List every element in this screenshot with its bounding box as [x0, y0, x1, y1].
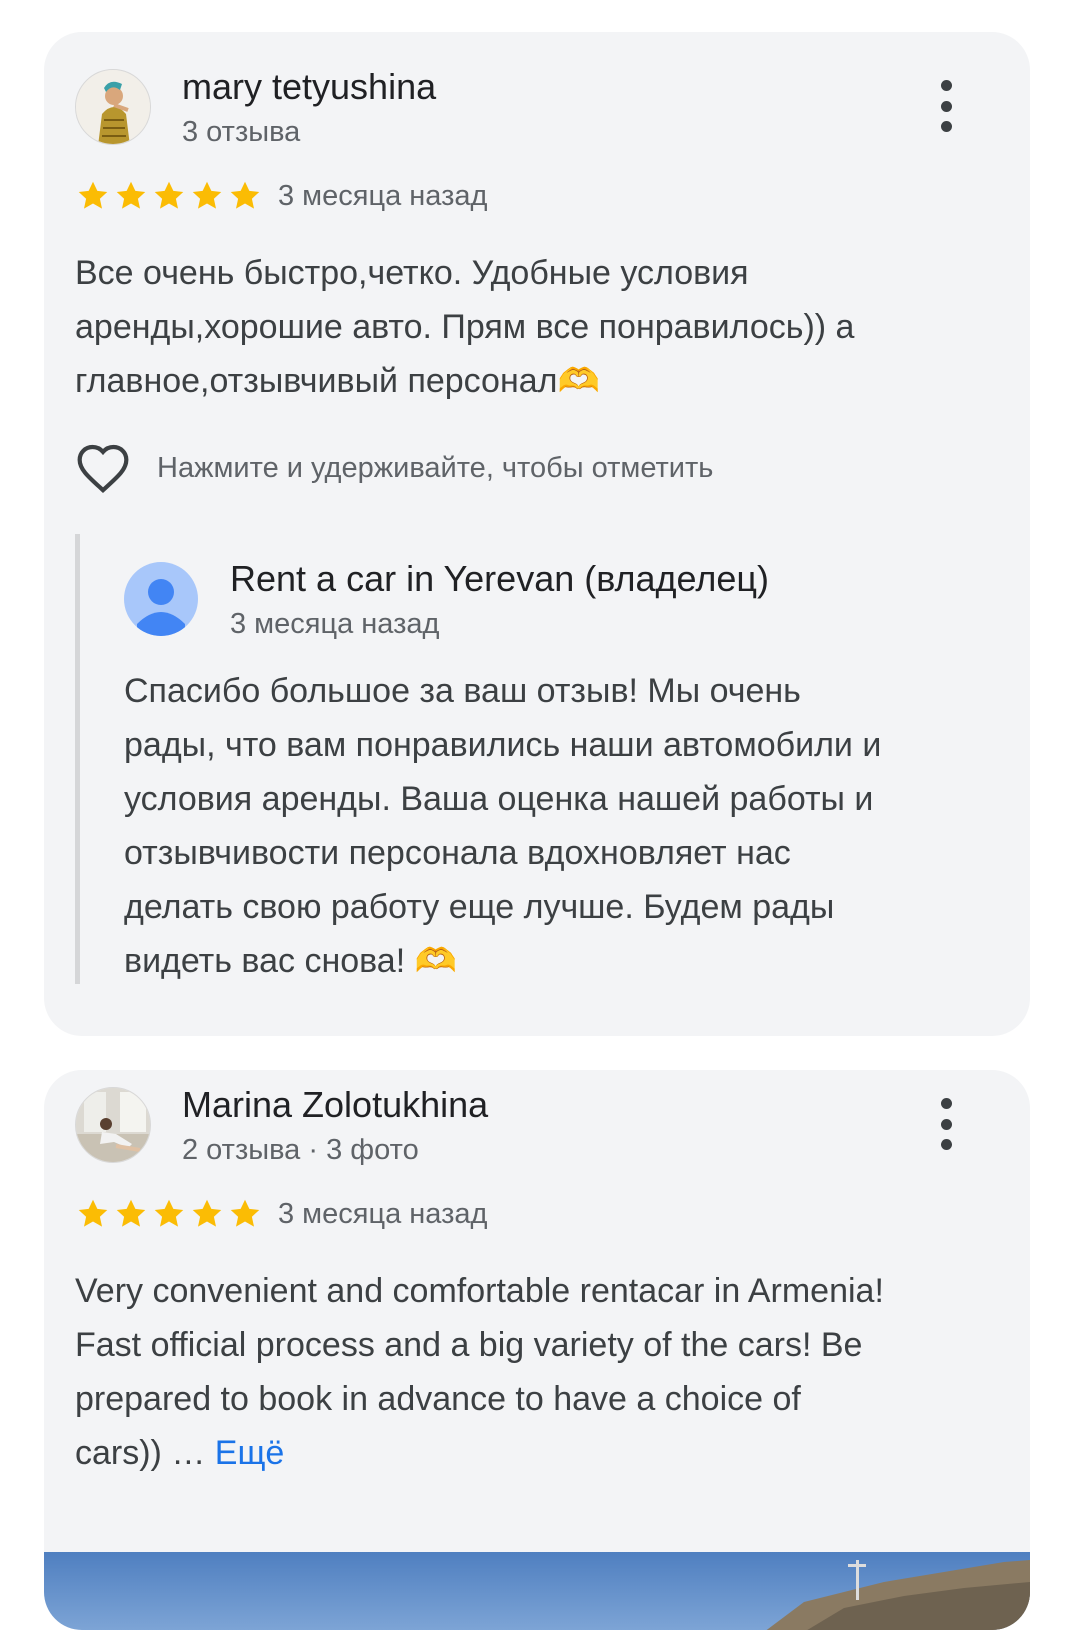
- reply-text-line: условия аренды. Ваша оценка нашей работы…: [124, 780, 874, 818]
- star-icon: [230, 181, 260, 209]
- reply-divider: [75, 534, 80, 984]
- review-text-line: главное,отзывчивый персонал🫶: [75, 362, 600, 400]
- user-avatar[interactable]: [75, 1087, 151, 1163]
- review-text: Very convenient and comfortable rentacar…: [75, 1264, 1025, 1480]
- heart-outline-icon: [77, 444, 129, 494]
- like-button[interactable]: Нажмите и удерживайте, чтобы отметить: [75, 442, 713, 494]
- author-name[interactable]: Marina Zolotukhina: [182, 1084, 488, 1126]
- reply-text-line: отзывчивости персонала вдохновляет нас: [124, 834, 791, 872]
- user-avatar[interactable]: [75, 69, 151, 145]
- review-text-line: prepared to book in advance to have a ch…: [75, 1380, 801, 1418]
- owner-reply-text: Спасибо большое за ваш отзыв! Мы очень р…: [124, 664, 881, 988]
- review-text-line: Fast official process and a big variety …: [75, 1326, 863, 1364]
- star-icon: [230, 1199, 260, 1227]
- review-date: 3 месяца назад: [278, 180, 488, 212]
- review-text-line: cars)) … Ещё: [75, 1426, 1025, 1480]
- like-hint: Нажмите и удерживайте, чтобы отметить: [157, 451, 714, 484]
- star-icon: [78, 181, 108, 209]
- star-icon: [192, 181, 222, 209]
- review-text-line: Very convenient and comfortable rentacar…: [75, 1272, 884, 1310]
- more-vert-icon[interactable]: [926, 1094, 966, 1154]
- reply-text-line: Спасибо большое за ваш отзыв! Мы очень: [124, 672, 801, 710]
- person-icon: [124, 562, 198, 636]
- star-rating: [75, 1196, 263, 1232]
- review-text-tail: cars)) …: [75, 1434, 215, 1472]
- star-icon: [154, 1199, 184, 1227]
- star-rating: [75, 178, 263, 214]
- review-card: Marina Zolotukhina 2 отзыва · 3 фото 3 м…: [44, 1070, 1030, 1630]
- reply-text-line: видеть вас снова! 🫶: [124, 942, 457, 980]
- author-meta: 2 отзыва · 3 фото: [182, 1134, 419, 1166]
- star-icon: [78, 1199, 108, 1227]
- more-vert-icon[interactable]: [926, 76, 966, 136]
- review-photo[interactable]: [44, 1552, 1030, 1630]
- owner-reply-date: 3 месяца назад: [230, 608, 440, 640]
- review-card: mary tetyushina 3 отзыва 3 месяца назад …: [44, 32, 1030, 1036]
- author-name[interactable]: mary tetyushina: [182, 66, 436, 108]
- owner-name[interactable]: Rent a car in Yerevan (владелец): [230, 558, 769, 600]
- review-date: 3 месяца назад: [278, 1198, 488, 1230]
- review-text: Все очень быстро,четко. Удобные условия …: [75, 246, 854, 408]
- review-text-line: Все очень быстро,четко. Удобные условия: [75, 254, 749, 292]
- reply-text-line: рады, что вам понравились наши автомобил…: [124, 726, 882, 764]
- reply-text-line: делать свою работу еще лучше. Будем рады: [124, 888, 835, 926]
- star-icon: [192, 1199, 222, 1227]
- author-meta: 3 отзыва: [182, 116, 301, 148]
- star-icon: [154, 181, 184, 209]
- review-text-line: аренды,хорошие авто. Прям все понравилос…: [75, 308, 855, 346]
- star-icon: [116, 181, 146, 209]
- star-icon: [116, 1199, 146, 1227]
- more-link[interactable]: Ещё: [215, 1434, 285, 1472]
